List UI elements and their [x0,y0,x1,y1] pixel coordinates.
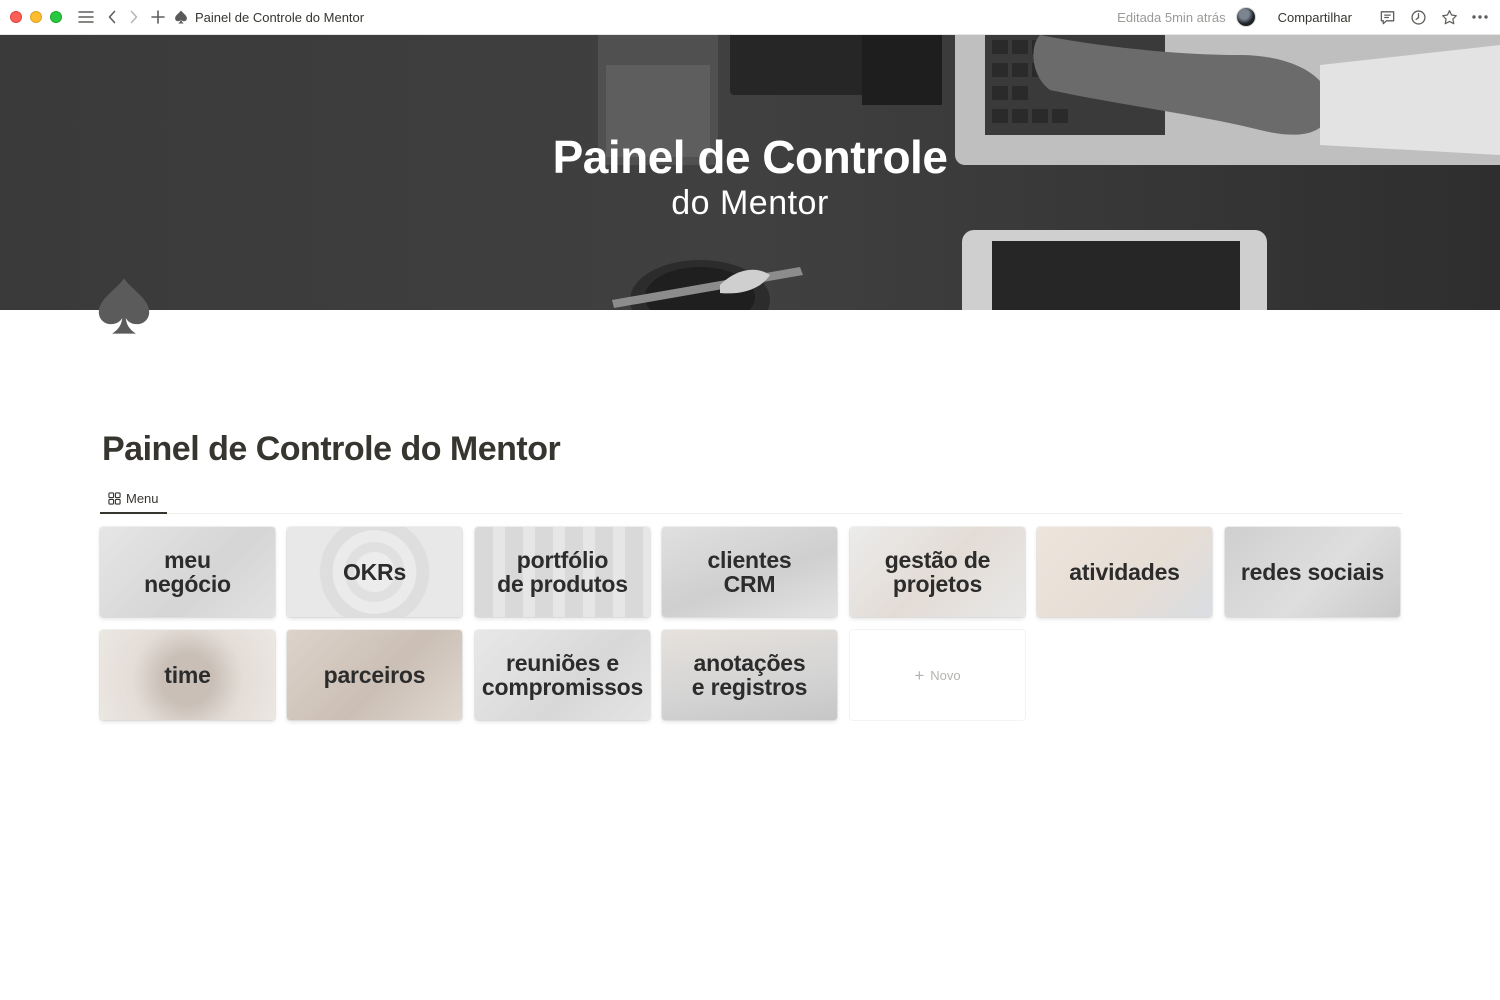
share-button[interactable]: Compartilhar [1278,10,1352,25]
gallery-icon [108,491,121,505]
card-title: meu negócio [144,547,231,597]
more-icon[interactable] [1470,7,1490,27]
card-title: parceiros [323,662,426,688]
clock-icon[interactable] [1408,7,1428,27]
avatar[interactable] [1235,7,1256,27]
gallery-card[interactable]: time [100,630,275,720]
star-icon[interactable] [1439,7,1459,27]
back-arrow-icon[interactable] [104,7,120,27]
card-title: portfólio de produtos [497,547,628,597]
gallery-card[interactable]: meu negócio [100,527,275,617]
spade-icon[interactable] [94,276,154,336]
new-card-button[interactable]: + Novo [850,630,1025,720]
page-title[interactable]: Painel de Controle do Mentor [102,430,561,469]
tab-menu-label: Menu [126,490,159,506]
card-title: clientes CRM [707,547,792,597]
gallery-card[interactable]: parceiros [287,630,462,720]
gallery-card[interactable]: OKRs [287,527,462,617]
plus-icon: + [914,665,925,685]
card-title: anotações e registros [691,650,808,700]
spade-icon [174,10,188,24]
gallery-card[interactable]: reuniões e compromissos [475,630,650,720]
new-card-label: Novo [930,667,961,683]
card-title: redes sociais [1240,559,1385,585]
page-title-breadcrumb[interactable]: Painel de Controle do Mentor [195,10,364,25]
close-window-button[interactable] [10,11,22,23]
gallery-card[interactable]: gestão de projetos [850,527,1025,617]
card-title: atividades [1069,559,1180,585]
gallery-card[interactable]: redes sociais [1225,527,1400,617]
card-title: reuniões e compromissos [481,650,644,700]
gallery-card[interactable]: portfólio de produtos [475,527,650,617]
minimize-window-button[interactable] [30,11,42,23]
gallery-card[interactable]: clientes CRM [662,527,837,617]
cover-subtitle: do Mentor [671,184,829,222]
edited-timestamp: Editada 5min atrás [1117,9,1226,25]
cover-title: Painel de Controle [552,131,948,183]
plus-icon[interactable] [148,7,168,27]
card-title: time [164,662,211,688]
page-cover[interactable]: Painel de Controle do Mentor [0,35,1500,310]
window-controls [10,11,62,23]
tab-menu[interactable]: Menu [100,484,167,514]
gallery-card[interactable]: anotações e registros [662,630,837,720]
forward-arrow-icon[interactable] [126,7,142,27]
gallery-card[interactable]: atividades [1037,527,1212,617]
view-tabs: Menu [100,484,1402,514]
cover-heading: Painel de Controle do Mentor [0,131,1500,223]
sidebar-menu-icon[interactable] [76,7,96,27]
card-title: gestão de projetos [884,547,991,597]
browser-titlebar: Painel de Controle do Mentor Editada 5mi… [0,0,1500,35]
zoom-window-button[interactable] [50,11,62,23]
card-title: OKRs [342,559,407,585]
comment-icon[interactable] [1377,7,1397,27]
